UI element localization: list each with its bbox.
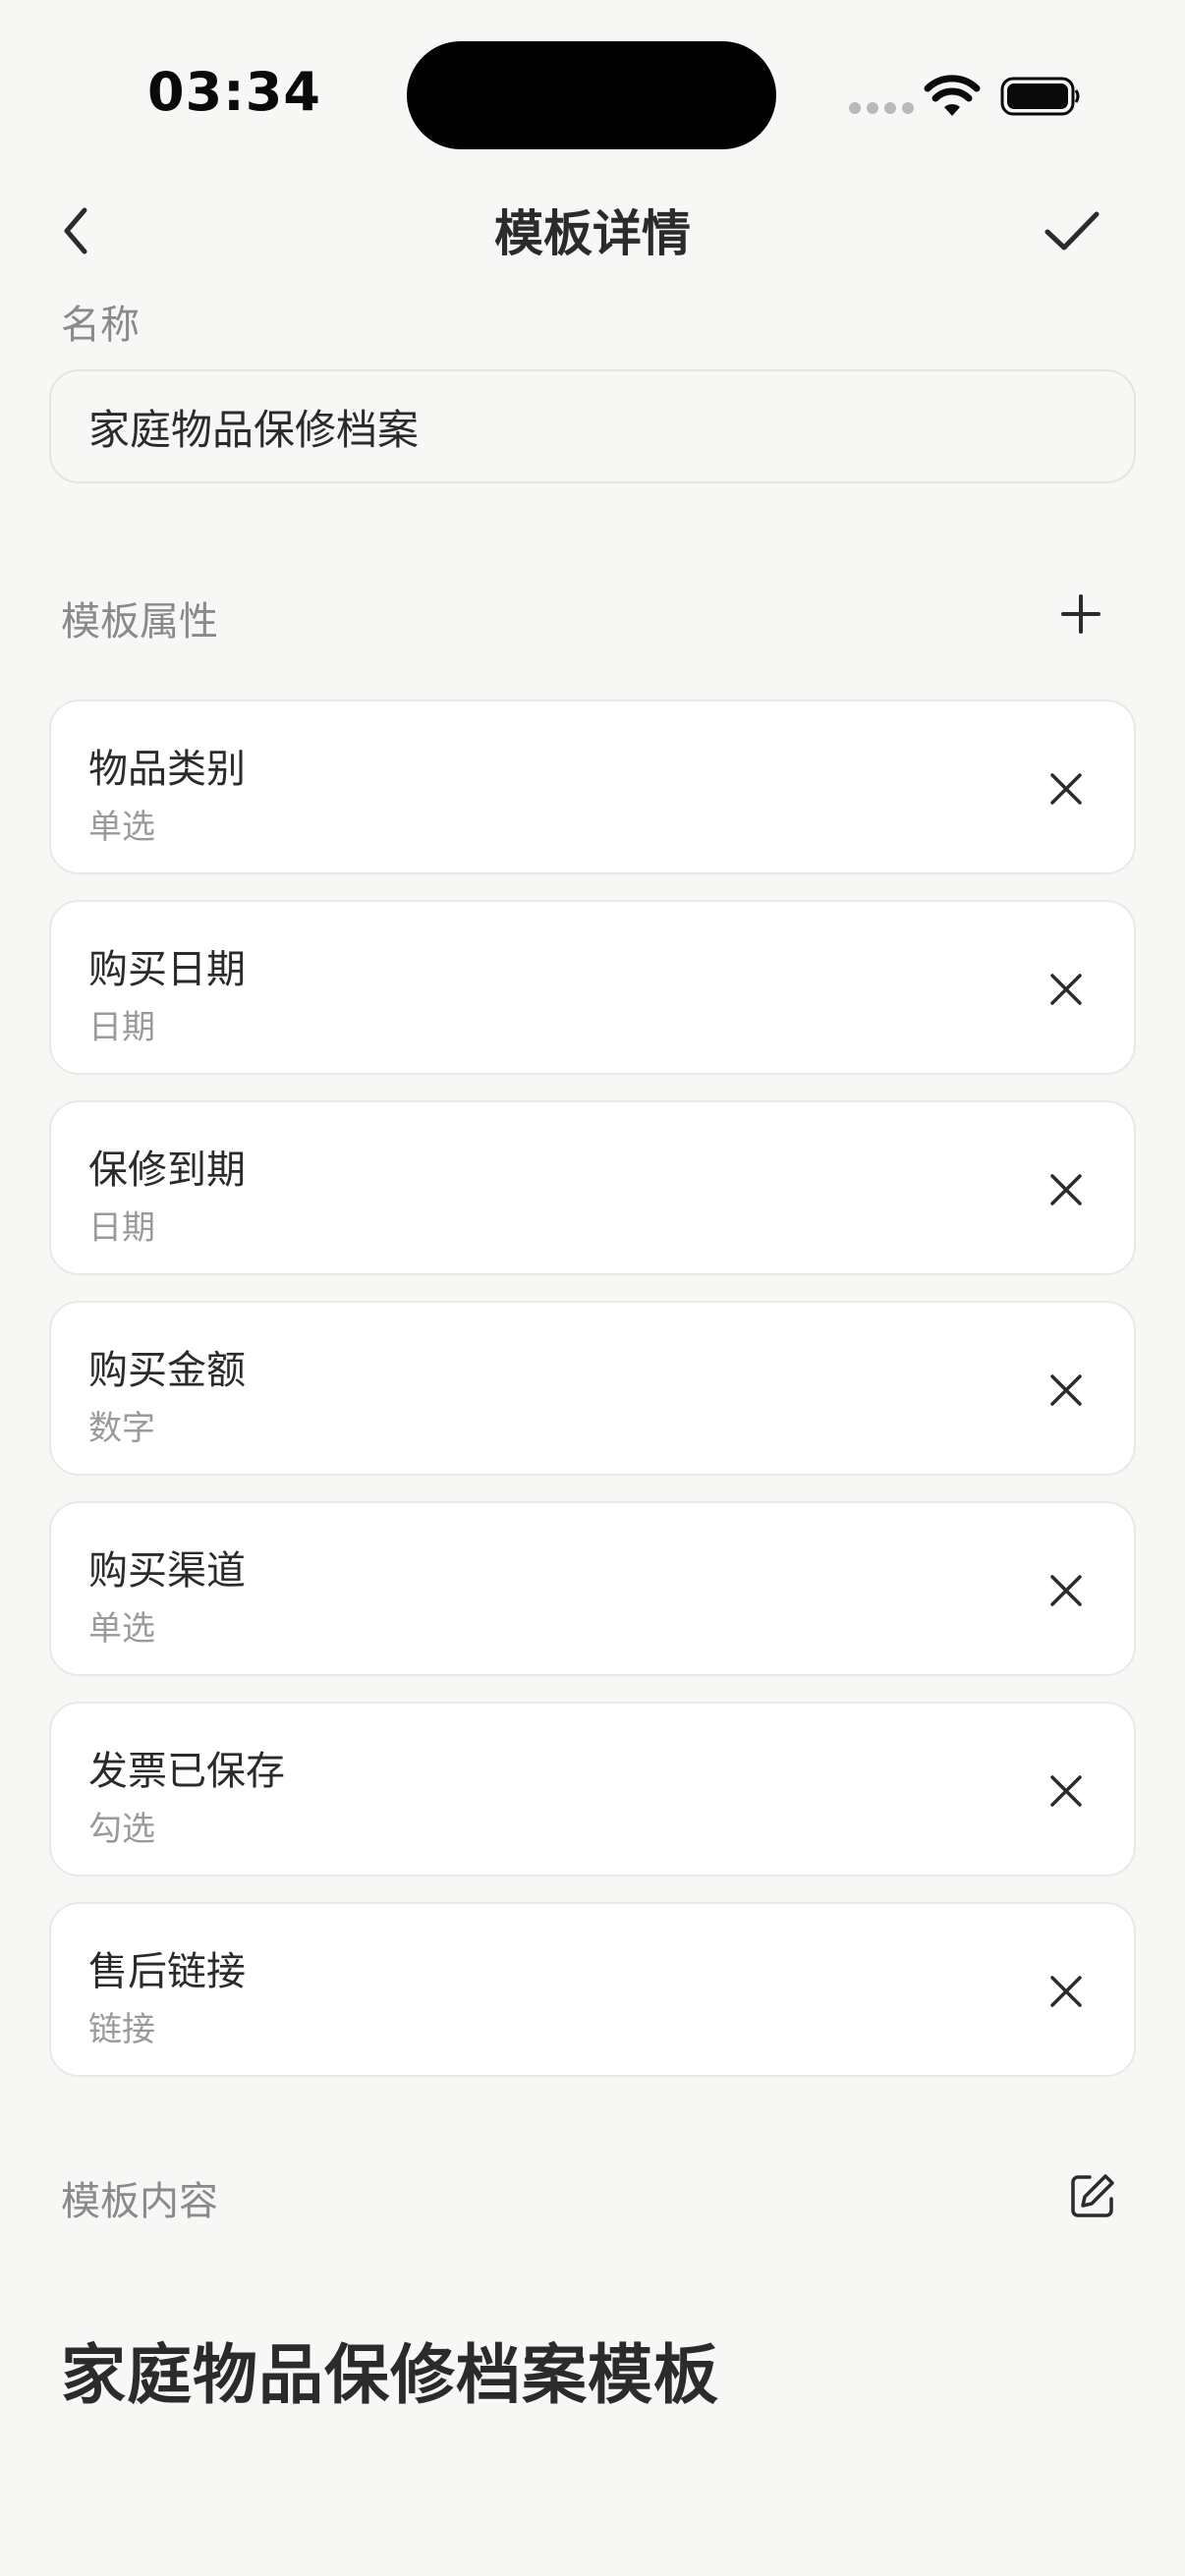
attribute-card[interactable]: 保修到期 日期 bbox=[49, 1100, 1136, 1275]
attribute-type: 链接 bbox=[88, 2010, 155, 2049]
remove-attribute-button[interactable] bbox=[1032, 1356, 1100, 1425]
close-icon bbox=[1050, 1775, 1082, 1807]
plus-icon bbox=[1061, 594, 1100, 634]
close-icon bbox=[1050, 974, 1082, 1005]
attribute-type: 单选 bbox=[88, 808, 155, 847]
close-icon bbox=[1050, 1575, 1082, 1606]
add-attribute-button[interactable] bbox=[1051, 580, 1110, 648]
back-button[interactable] bbox=[51, 196, 100, 265]
template-content-heading: 家庭物品保修档案模板 bbox=[61, 2337, 719, 2413]
status-bar: 03:34 bbox=[0, 0, 1185, 177]
close-icon bbox=[1050, 1174, 1082, 1205]
remove-attribute-button[interactable] bbox=[1032, 955, 1100, 1024]
edit-content-button[interactable] bbox=[1061, 2161, 1124, 2230]
edit-icon bbox=[1071, 2174, 1114, 2217]
attribute-name: 购买日期 bbox=[88, 947, 246, 992]
close-icon bbox=[1050, 1374, 1082, 1406]
close-icon bbox=[1050, 773, 1082, 805]
remove-attribute-button[interactable] bbox=[1032, 755, 1100, 823]
attribute-name: 保修到期 bbox=[88, 1148, 246, 1193]
attribute-name: 发票已保存 bbox=[88, 1749, 285, 1794]
close-icon bbox=[1050, 1976, 1082, 2007]
attribute-name: 售后链接 bbox=[88, 1949, 246, 1994]
remove-attribute-button[interactable] bbox=[1032, 1155, 1100, 1224]
page-title: 模板详情 bbox=[494, 205, 691, 262]
attribute-list: 物品类别 单选 购买日期 日期 保修到期 日期 购买金额 数字 购买渠道 单选 … bbox=[49, 700, 1136, 2102]
attribute-type: 单选 bbox=[88, 1609, 155, 1649]
status-time: 03:34 bbox=[147, 61, 321, 123]
attribute-name: 购买渠道 bbox=[88, 1548, 246, 1594]
confirm-button[interactable] bbox=[1038, 196, 1106, 265]
template-name-input[interactable]: 家庭物品保修档案 bbox=[49, 369, 1136, 483]
name-section-label: 名称 bbox=[61, 303, 140, 348]
remove-attribute-button[interactable] bbox=[1032, 1556, 1100, 1625]
attribute-name: 购买金额 bbox=[88, 1348, 246, 1393]
attribute-card[interactable]: 购买金额 数字 bbox=[49, 1301, 1136, 1476]
remove-attribute-button[interactable] bbox=[1032, 1957, 1100, 2026]
cellular-signal-icon bbox=[849, 102, 914, 114]
chevron-left-icon bbox=[64, 207, 87, 254]
attribute-card[interactable]: 物品类别 单选 bbox=[49, 700, 1136, 874]
attribute-type: 日期 bbox=[88, 1008, 155, 1047]
wifi-icon bbox=[924, 75, 981, 116]
checkmark-icon bbox=[1044, 211, 1100, 251]
attribute-card[interactable]: 售后链接 链接 bbox=[49, 1902, 1136, 2077]
battery-icon bbox=[1000, 77, 1080, 116]
attribute-type: 勾选 bbox=[88, 1810, 155, 1849]
attribute-card[interactable]: 购买日期 日期 bbox=[49, 900, 1136, 1075]
attribute-card[interactable]: 购买渠道 单选 bbox=[49, 1501, 1136, 1676]
attribute-name: 物品类别 bbox=[88, 747, 246, 792]
dynamic-island bbox=[407, 41, 776, 149]
attributes-section-label: 模板属性 bbox=[61, 599, 218, 644]
attribute-card[interactable]: 发票已保存 勾选 bbox=[49, 1702, 1136, 1876]
remove-attribute-button[interactable] bbox=[1032, 1757, 1100, 1825]
attribute-type: 日期 bbox=[88, 1208, 155, 1248]
content-section-label: 模板内容 bbox=[61, 2179, 218, 2224]
attribute-type: 数字 bbox=[88, 1409, 155, 1448]
